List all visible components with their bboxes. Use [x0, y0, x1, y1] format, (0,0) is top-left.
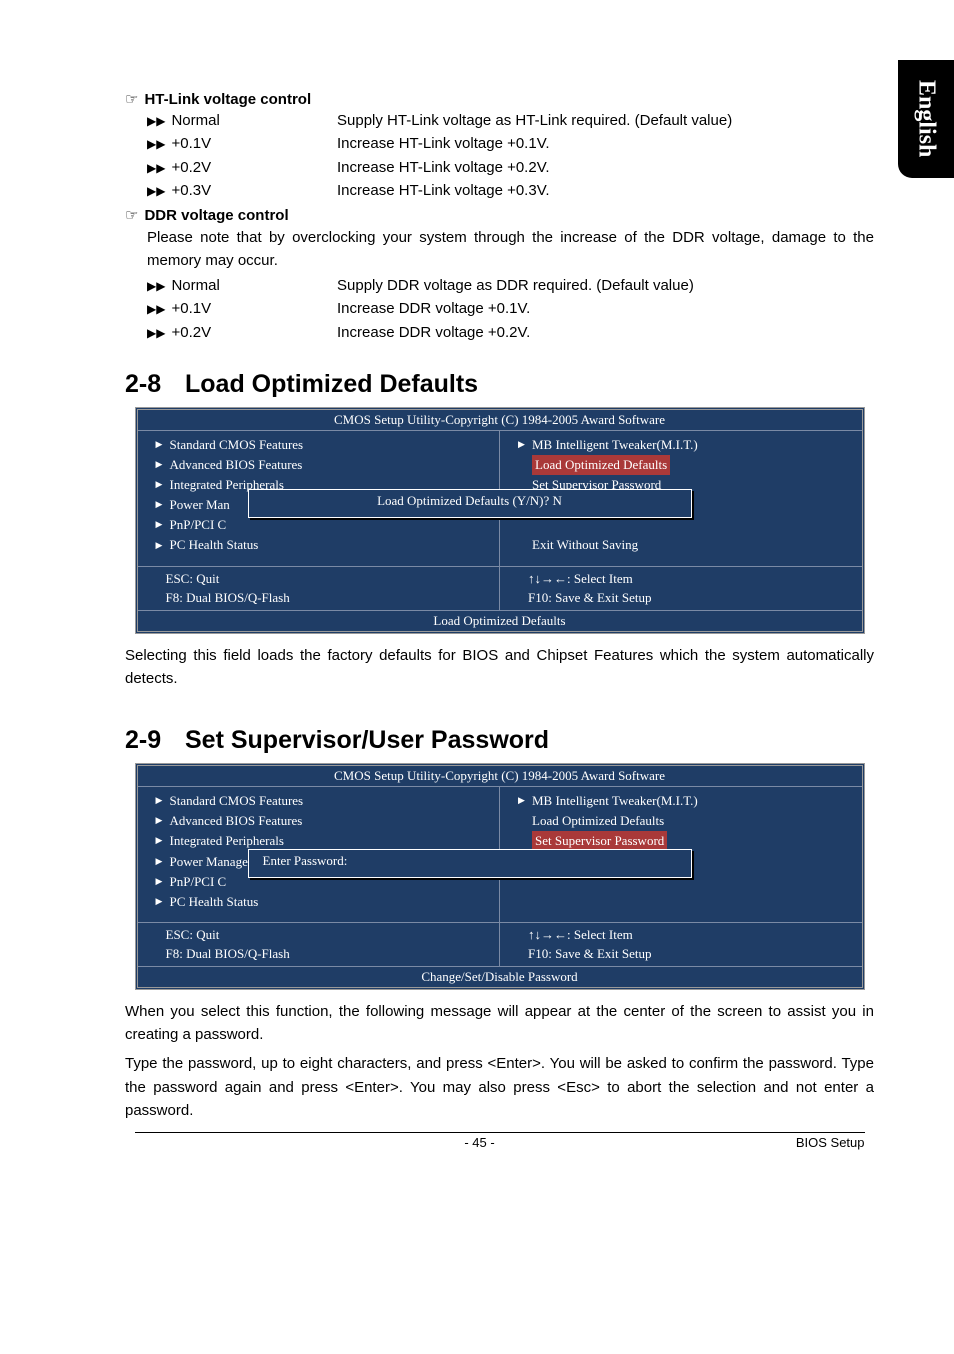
bios-item: Standard CMOS Features — [170, 435, 304, 455]
page-number: - 45 - — [215, 1135, 745, 1150]
bios-item-highlight: Load Optimized Defaults — [532, 455, 670, 475]
bios-item: PnP/PCI C — [170, 872, 227, 892]
bios-item: Load Optimized Defaults — [532, 811, 664, 831]
bios-key-f10: F10: Save & Exit Setup — [528, 944, 854, 964]
bios-key-esc: ESC: Quit — [166, 925, 492, 945]
fwd-icon: ▶▶ — [147, 161, 171, 175]
htlink-val-3: Increase HT-Link voltage +0.3V. — [337, 179, 874, 202]
ddr-key-0: Normal — [171, 277, 219, 294]
bios-dialog-load: Load Optimized Defaults (Y/N)? N — [248, 489, 692, 518]
bios-item: MB Intelligent Tweaker(M.I.T.) — [532, 791, 698, 811]
fwd-icon: ▶▶ — [147, 279, 171, 293]
fwd-icon: ▶▶ — [147, 184, 171, 198]
triangle-icon: ▶ — [156, 834, 170, 848]
htlink-val-1: Increase HT-Link voltage +0.1V. — [337, 132, 874, 155]
triangle-icon: ▶ — [156, 855, 170, 869]
ddr-key-1: +0.1V — [171, 300, 211, 317]
htlink-val-2: Increase HT-Link voltage +0.2V. — [337, 156, 874, 179]
ddr-note: Please note that by overclocking your sy… — [147, 227, 874, 272]
bios-dialog-text: Load Optimized Defaults (Y/N)? N — [377, 493, 562, 508]
para-29b: Type the password, up to eight character… — [125, 1052, 874, 1122]
pointer-icon: ☞ — [125, 92, 144, 108]
htlink-key-2: +0.2V — [171, 159, 211, 176]
footer-section: BIOS Setup — [745, 1135, 865, 1150]
bios-item: Power Man — [170, 495, 230, 515]
section-29-head: 2-9Set Supervisor/User Password — [125, 726, 874, 755]
htlink-key-1: +0.1V — [171, 135, 211, 152]
pointer-icon: ☞ — [125, 208, 144, 224]
fwd-icon: ▶▶ — [147, 326, 171, 340]
section-28-head: 2-8Load Optimized Defaults — [125, 370, 874, 399]
bios-dialog-text: Enter Password: — [263, 853, 348, 868]
ddr-block: ☞DDR voltage control Please note that by… — [125, 206, 874, 344]
ddr-val-2: Increase DDR voltage +0.2V. — [337, 321, 874, 344]
triangle-icon: ▶ — [156, 895, 170, 909]
ddr-val-1: Increase DDR voltage +0.1V. — [337, 297, 874, 320]
ddr-val-0: Supply DDR voltage as DDR required. (Def… — [337, 274, 874, 297]
fwd-icon: ▶▶ — [147, 114, 171, 128]
triangle-icon: ▶ — [156, 478, 170, 492]
htlink-val-0: Supply HT-Link voltage as HT-Link requir… — [337, 109, 874, 132]
para-29a: When you select this function, the follo… — [125, 1000, 874, 1047]
ddr-key-2: +0.2V — [171, 324, 211, 341]
bios-item: PnP/PCI C — [170, 515, 227, 535]
section-28-title: Load Optimized Defaults — [185, 370, 478, 398]
htlink-key-0: Normal — [171, 112, 219, 129]
language-tab-label: English — [913, 80, 940, 157]
section-29-title: Set Supervisor/User Password — [185, 726, 549, 754]
para-28: Selecting this field loads the factory d… — [125, 644, 874, 691]
fwd-icon: ▶▶ — [147, 137, 171, 151]
bios-key-esc: ESC: Quit — [166, 569, 492, 589]
bios-box-1: CMOS Setup Utility-Copyright (C) 1984-20… — [135, 407, 865, 634]
language-tab: English — [898, 60, 954, 178]
triangle-icon: ▶ — [156, 814, 170, 828]
bios-item: MB Intelligent Tweaker(M.I.T.) — [532, 435, 698, 455]
bios-title: CMOS Setup Utility-Copyright (C) 1984-20… — [138, 766, 862, 787]
triangle-icon: ▶ — [518, 794, 532, 808]
bios-footer: Load Optimized Defaults — [138, 610, 862, 631]
bios-key-select: ↑↓→←: Select Item — [528, 569, 854, 589]
bios-key-f8: F8: Dual BIOS/Q-Flash — [166, 944, 492, 964]
htlink-key-3: +0.3V — [171, 182, 211, 199]
bios-title: CMOS Setup Utility-Copyright (C) 1984-20… — [138, 410, 862, 431]
bios-item: Exit Without Saving — [532, 535, 638, 555]
bios-item: Standard CMOS Features — [170, 791, 304, 811]
triangle-icon: ▶ — [156, 458, 170, 472]
bios-dialog-password: Enter Password: — [248, 849, 692, 878]
bios-key-f10: F10: Save & Exit Setup — [528, 588, 854, 608]
ddr-head: DDR voltage control — [144, 207, 288, 224]
fwd-icon: ▶▶ — [147, 302, 171, 316]
bios-item: Advanced BIOS Features — [170, 811, 303, 831]
bios-item: PC Health Status — [170, 535, 259, 555]
bios-key-select: ↑↓→←: Select Item — [528, 925, 854, 945]
triangle-icon: ▶ — [156, 498, 170, 512]
bios-item: PC Health Status — [170, 892, 259, 912]
triangle-icon: ▶ — [156, 875, 170, 889]
section-28-num: 2-8 — [125, 370, 185, 399]
htlink-block: ☞HT-Link voltage control ▶▶NormalSupply … — [125, 90, 874, 202]
bios-key-f8: F8: Dual BIOS/Q-Flash — [166, 588, 492, 608]
htlink-head: HT-Link voltage control — [144, 91, 311, 108]
bios-item: Advanced BIOS Features — [170, 455, 303, 475]
bios-box-2: CMOS Setup Utility-Copyright (C) 1984-20… — [135, 763, 865, 990]
triangle-icon: ▶ — [156, 518, 170, 532]
triangle-icon: ▶ — [156, 794, 170, 808]
triangle-icon: ▶ — [518, 438, 532, 452]
triangle-icon: ▶ — [156, 438, 170, 452]
triangle-icon: ▶ — [156, 539, 170, 553]
section-29-num: 2-9 — [125, 726, 185, 755]
bios-footer: Change/Set/Disable Password — [138, 966, 862, 987]
page-footer: - 45 - BIOS Setup — [135, 1132, 865, 1150]
